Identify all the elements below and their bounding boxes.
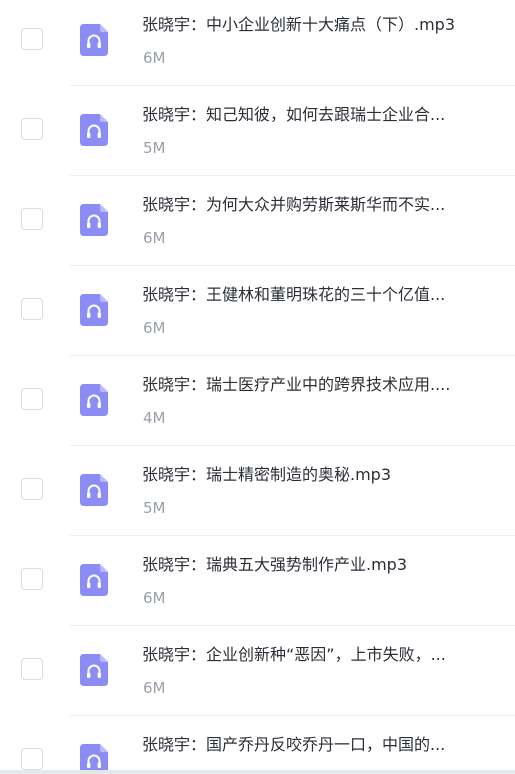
audio-file-icon <box>80 114 108 146</box>
row-checkbox[interactable] <box>21 298 43 320</box>
row-checkbox[interactable] <box>21 28 43 50</box>
file-size: 6M <box>143 589 166 607</box>
file-row[interactable]: 张晓宇：国产乔丹反咬乔丹一口，中国的... <box>0 716 515 774</box>
file-name[interactable]: 张晓宇：为何大众并购劳斯莱斯华而不实... <box>142 194 492 216</box>
row-checkbox[interactable] <box>21 118 43 140</box>
file-row[interactable]: 张晓宇：瑞士医疗产业中的跨界技术应用.... 4M <box>0 356 515 446</box>
file-size: 6M <box>143 229 166 247</box>
audio-file-icon <box>80 384 108 416</box>
file-row[interactable]: 张晓宇：王健林和董明珠花的三十个亿值... 6M <box>0 266 515 356</box>
file-row[interactable]: 张晓宇：为何大众并购劳斯莱斯华而不实... 6M <box>0 176 515 266</box>
file-row[interactable]: 张晓宇：知己知彼，如何去跟瑞士企业合... 5M <box>0 86 515 176</box>
file-size: 6M <box>143 49 166 67</box>
horizontal-scrollbar[interactable] <box>0 770 515 774</box>
row-checkbox[interactable] <box>21 658 43 680</box>
file-name[interactable]: 张晓宇：瑞士精密制造的奥秘.mp3 <box>142 464 492 486</box>
file-name[interactable]: 张晓宇：中小企业创新十大痛点（下）.mp3 <box>142 14 492 36</box>
file-name[interactable]: 张晓宇：王健林和董明珠花的三十个亿值... <box>142 284 492 306</box>
row-checkbox[interactable] <box>21 388 43 410</box>
audio-file-icon <box>80 474 108 506</box>
file-list: 张晓宇：中小企业创新十大痛点（下）.mp3 6M 张晓宇：知己知彼，如何去跟瑞士… <box>0 0 515 774</box>
row-checkbox[interactable] <box>21 568 43 590</box>
row-checkbox[interactable] <box>21 208 43 230</box>
file-name[interactable]: 张晓宇：国产乔丹反咬乔丹一口，中国的... <box>142 734 492 756</box>
audio-file-icon <box>80 24 108 56</box>
file-row[interactable]: 张晓宇：企业创新种“恶因”，上市失败，... 6M <box>0 626 515 716</box>
file-name[interactable]: 张晓宇：瑞士医疗产业中的跨界技术应用.... <box>142 374 492 396</box>
audio-file-icon <box>80 654 108 686</box>
file-row[interactable]: 张晓宇：瑞典五大强势制作产业.mp3 6M <box>0 536 515 626</box>
file-name[interactable]: 张晓宇：瑞典五大强势制作产业.mp3 <box>142 554 492 576</box>
file-row[interactable]: 张晓宇：瑞士精密制造的奥秘.mp3 5M <box>0 446 515 536</box>
audio-file-icon <box>80 294 108 326</box>
file-size: 4M <box>143 409 166 427</box>
audio-file-icon <box>80 204 108 236</box>
file-size: 6M <box>143 319 166 337</box>
file-name[interactable]: 张晓宇：知己知彼，如何去跟瑞士企业合... <box>142 104 492 126</box>
file-name[interactable]: 张晓宇：企业创新种“恶因”，上市失败，... <box>142 644 492 666</box>
file-size: 6M <box>143 679 166 697</box>
row-checkbox[interactable] <box>21 748 43 770</box>
row-checkbox[interactable] <box>21 478 43 500</box>
file-size: 5M <box>143 499 166 517</box>
audio-file-icon <box>80 564 108 596</box>
file-row[interactable]: 张晓宇：中小企业创新十大痛点（下）.mp3 6M <box>0 0 515 86</box>
file-size: 5M <box>143 139 166 157</box>
